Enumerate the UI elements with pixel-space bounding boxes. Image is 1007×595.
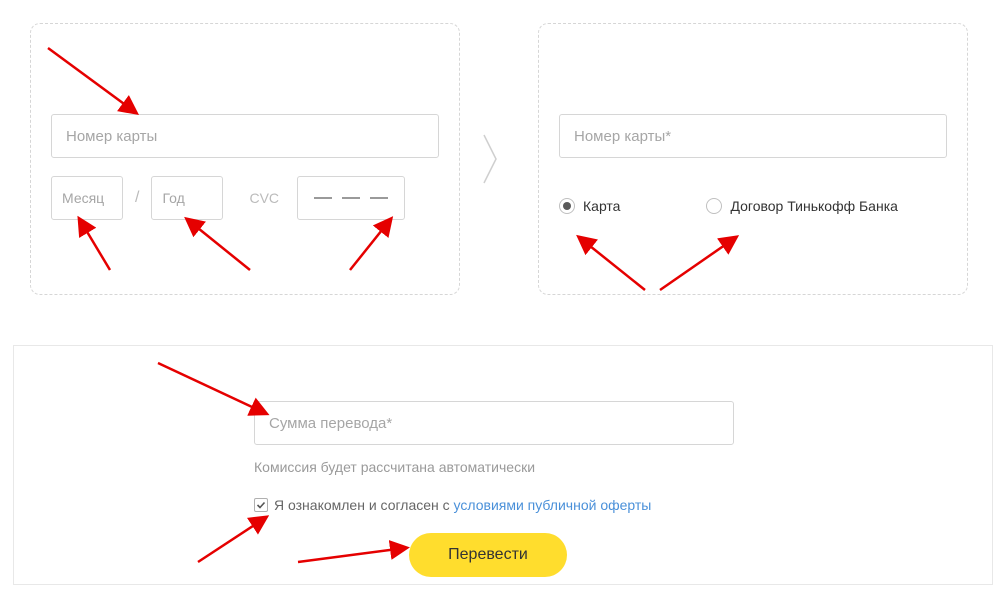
from-card-panel: / CVC: [30, 23, 460, 295]
consent-row: Я ознакомлен и согласен с условиями публ…: [254, 497, 734, 513]
radio-icon: [706, 198, 722, 214]
to-card-number-input[interactable]: [559, 114, 947, 158]
transfer-panel: Комиссия будет рассчитана автоматически …: [13, 345, 993, 585]
cvc-input[interactable]: [297, 176, 405, 220]
transfer-direction-icon: [465, 129, 515, 189]
radio-icon: [559, 198, 575, 214]
expiry-separator: /: [133, 189, 141, 207]
amount-input[interactable]: [254, 401, 734, 445]
consent-checkbox[interactable]: [254, 498, 268, 512]
cvc-label: CVC: [249, 190, 279, 206]
from-card-expiry-row: / CVC: [51, 176, 439, 220]
to-card-panel: Карта Договор Тинькофф Банка: [538, 23, 968, 295]
expiry-year-input[interactable]: [151, 176, 223, 220]
radio-contract-label: Договор Тинькофф Банка: [730, 198, 897, 214]
from-card-number-input[interactable]: [51, 114, 439, 158]
cards-row: / CVC Карта Договор Тинькофф Бан: [30, 23, 968, 295]
submit-button[interactable]: Перевести: [409, 533, 567, 577]
radio-contract[interactable]: Договор Тинькофф Банка: [706, 198, 897, 214]
destination-type-radio-group: Карта Договор Тинькофф Банка: [559, 198, 947, 214]
commission-note: Комиссия будет рассчитана автоматически: [254, 459, 734, 475]
radio-card-label: Карта: [583, 198, 620, 214]
expiry-month-input[interactable]: [51, 176, 123, 220]
consent-link[interactable]: условиями публичной оферты: [454, 497, 652, 513]
radio-card[interactable]: Карта: [559, 198, 620, 214]
consent-text: Я ознакомлен и согласен с: [274, 497, 454, 513]
